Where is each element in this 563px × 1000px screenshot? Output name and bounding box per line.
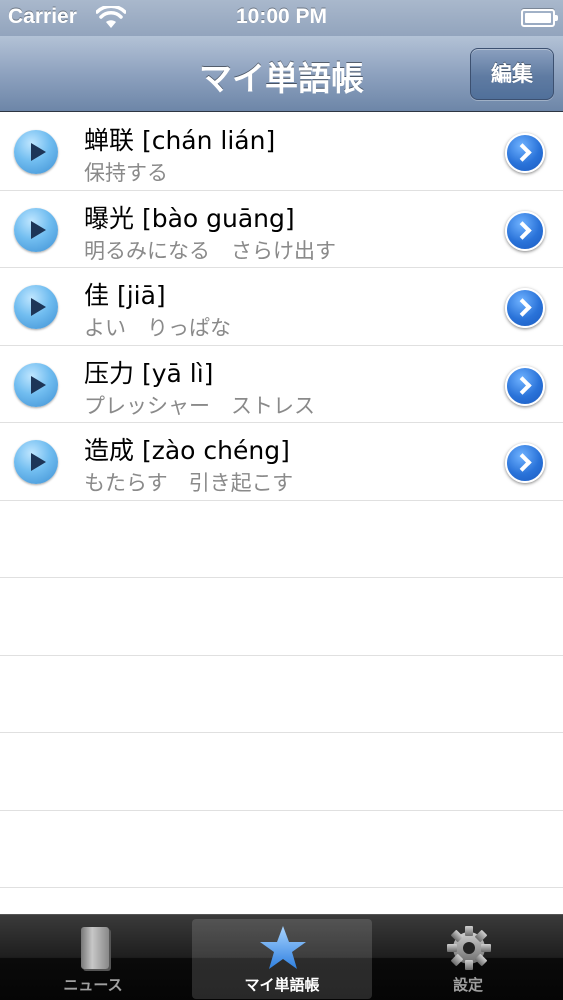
chevron-right-icon: [513, 453, 532, 472]
play-icon: [31, 143, 46, 161]
list-item[interactable]: 蝉联 [chán lián] 保持する: [0, 113, 563, 191]
book-icon: [81, 927, 109, 969]
word-text: 造成 [zào chéng]: [84, 436, 290, 465]
tab-bar: ニュース マイ単語帳 設定: [0, 914, 563, 1000]
detail-disclosure-button[interactable]: [505, 365, 545, 406]
word-meaning: もたらす 引き起こす: [84, 471, 294, 495]
play-audio-button[interactable]: [14, 440, 58, 484]
battery-icon: [521, 9, 558, 27]
word-meaning: プレッシャー ストレス: [84, 393, 315, 418]
chevron-right-icon: [513, 143, 532, 162]
detail-disclosure-button[interactable]: [505, 288, 545, 328]
empty-row: [0, 811, 563, 888]
status-bar: Carrier 10:00 PM: [0, 0, 563, 36]
play-audio-button[interactable]: [14, 362, 58, 407]
chevron-right-icon: [513, 298, 532, 317]
tab-settings[interactable]: 設定: [378, 919, 558, 999]
word-list: 蝉联 [chán lián] 保持する 曝光 [bào guāng] 明るみにな…: [0, 113, 563, 914]
empty-row: [0, 656, 563, 733]
word-text: 佳 [jiā]: [84, 281, 166, 310]
play-audio-button[interactable]: [14, 285, 58, 329]
tab-label: 設定: [452, 976, 483, 994]
status-time: 10:00 PM: [235, 5, 328, 28]
word-text: 曝光 [bào guāng]: [84, 203, 295, 233]
chevron-right-icon: [513, 220, 532, 240]
empty-row: [0, 578, 563, 656]
tab-label: ニュース: [63, 976, 123, 994]
list-item[interactable]: 佳 [jiā] よい りっぱな: [0, 268, 563, 346]
empty-row: [0, 733, 563, 811]
edit-button[interactable]: 編集: [470, 48, 554, 100]
detail-disclosure-button[interactable]: [505, 210, 545, 251]
star-icon: [260, 926, 306, 969]
list-item[interactable]: 压力 [yā lì] プレッシャー ストレス: [0, 345, 563, 423]
tab-my-wordbook[interactable]: マイ単語帳: [192, 919, 372, 999]
play-icon: [31, 375, 46, 394]
list-item[interactable]: 曝光 [bào guāng] 明るみになる さらけ出す: [0, 190, 563, 268]
detail-disclosure-button[interactable]: [505, 133, 545, 173]
list-item[interactable]: 造成 [zào chéng] もたらす 引き起こす: [0, 423, 563, 501]
detail-disclosure-button[interactable]: [505, 443, 545, 483]
navigation-bar: マイ単語帳 編集: [0, 36, 563, 112]
gear-icon: [447, 926, 491, 970]
chevron-right-icon: [513, 375, 532, 395]
tab-label: マイ単語帳: [244, 976, 320, 994]
play-audio-button[interactable]: [14, 130, 58, 174]
play-icon: [31, 298, 46, 316]
word-text: 蝉联 [chán lián]: [84, 126, 276, 155]
word-meaning: よい りっぱな: [84, 316, 231, 340]
word-meaning: 明るみになる さらけ出す: [84, 238, 336, 263]
empty-row: [0, 501, 563, 578]
word-meaning: 保持する: [84, 161, 168, 185]
app-screen: Carrier 10:00 PM マイ単語帳 編集 蝉联 [chán lián]…: [0, 0, 563, 1000]
tab-news[interactable]: ニュース: [3, 919, 183, 999]
play-icon: [31, 453, 46, 471]
word-text: 压力 [yā lì]: [84, 358, 214, 388]
play-audio-button[interactable]: [14, 207, 58, 252]
play-icon: [31, 220, 46, 239]
